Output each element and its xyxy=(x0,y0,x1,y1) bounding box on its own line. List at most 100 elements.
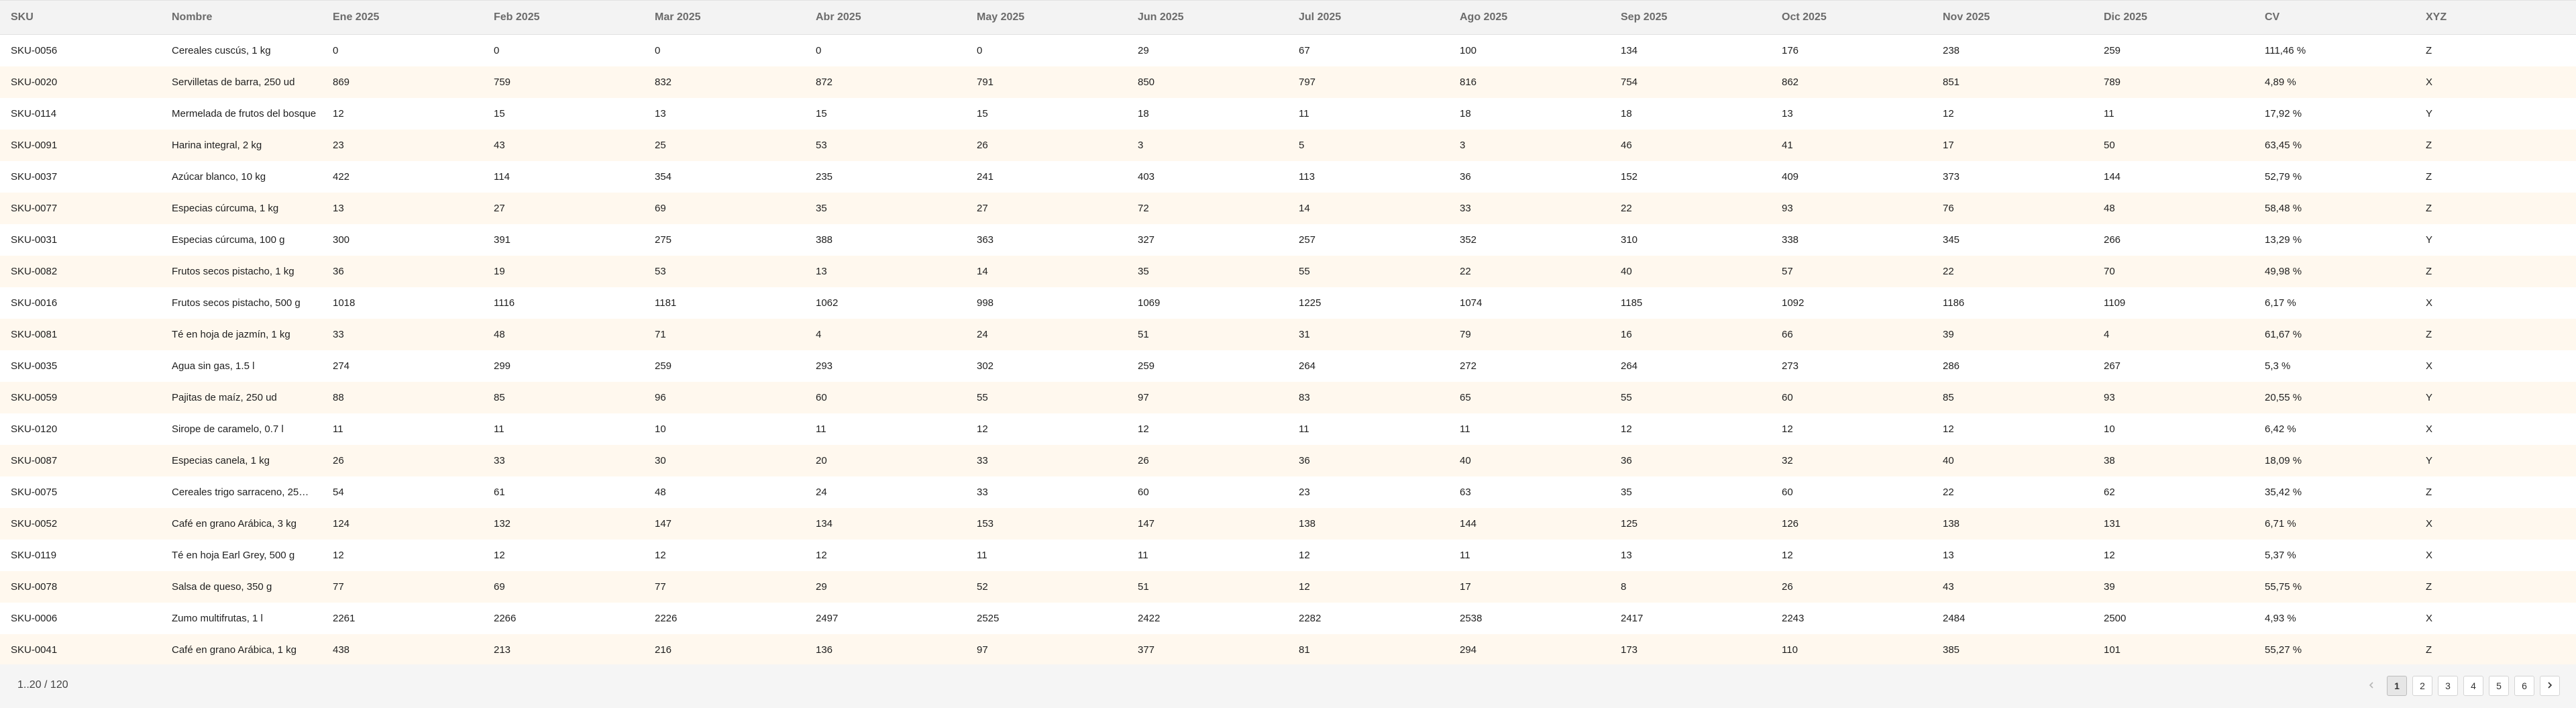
page-button-1[interactable]: 1 xyxy=(2387,676,2407,696)
table-cell: 51 xyxy=(1127,319,1288,350)
column-header[interactable]: May 2025 xyxy=(966,0,1127,35)
table-row[interactable]: SKU-0087 Especias canela, 1 kg 26 33 30 20 33 2… xyxy=(0,445,2576,476)
table-cell: 5,37 % xyxy=(2254,540,2415,571)
table-row[interactable]: SKU-0075 Cereales trigo sarraceno, 25… 54 6… xyxy=(0,476,2576,508)
table-cell: 26 xyxy=(1127,445,1288,476)
table-row[interactable]: SKU-0091 Harina integral, 2 kg 23 43 25 53 26 3… xyxy=(0,130,2576,161)
column-header[interactable]: SKU xyxy=(0,0,161,35)
page-button-2[interactable]: 2 xyxy=(2412,676,2432,696)
table-row[interactable]: SKU-0059 Pajitas de maíz, 250 ud 88 85 96 60 5… xyxy=(0,382,2576,413)
column-header[interactable]: Ago 2025 xyxy=(1449,0,1610,35)
table-row[interactable]: SKU-0078 Salsa de queso, 350 g 77 69 77 29 52 5… xyxy=(0,571,2576,603)
table-cell: Z xyxy=(2415,319,2576,350)
next-page-button[interactable] xyxy=(2540,676,2560,696)
table-row[interactable]: SKU-0052 Café en grano Arábica, 3 kg 124 13… xyxy=(0,508,2576,540)
column-header[interactable]: Feb 2025 xyxy=(483,0,644,35)
table-cell: 1116 xyxy=(483,287,644,319)
table-cell: 791 xyxy=(966,66,1127,98)
table-cell: 13 xyxy=(644,98,805,130)
table-cell: Café en grano Arábica, 1 kg xyxy=(161,634,322,664)
table-cell: SKU-0037 xyxy=(0,161,161,193)
table-cell: 264 xyxy=(1610,350,1771,382)
table-cell: 3 xyxy=(1127,130,1288,161)
column-header[interactable]: Dic 2025 xyxy=(2093,0,2254,35)
prev-page-button[interactable] xyxy=(2361,676,2381,696)
table-cell: 60 xyxy=(805,382,966,413)
table-cell: SKU-0006 xyxy=(0,603,161,634)
column-header[interactable]: Abr 2025 xyxy=(805,0,966,35)
column-header[interactable]: Jul 2025 xyxy=(1288,0,1449,35)
table-cell: 998 xyxy=(966,287,1127,319)
page-button-3[interactable]: 3 xyxy=(2438,676,2458,696)
table-row[interactable]: SKU-0119 Té en hoja Earl Grey, 500 g 12 12 1… xyxy=(0,540,2576,571)
page-button-5[interactable]: 5 xyxy=(2489,676,2509,696)
table-row[interactable]: SKU-0056 Cereales cuscús, 1 kg 0 0 0 0 0 29 67 10… xyxy=(0,34,2576,66)
table-cell: 6,42 % xyxy=(2254,413,2415,445)
table-cell: 27 xyxy=(483,193,644,224)
table-cell: 41 xyxy=(1771,130,1932,161)
table-row[interactable]: SKU-0082 Frutos secos pistacho, 1 kg 36 19 5… xyxy=(0,256,2576,287)
table-row[interactable]: SKU-0006 Zumo multifrutas, 1 l 2261 2266 222… xyxy=(0,603,2576,634)
page-button-6[interactable]: 6 xyxy=(2514,676,2534,696)
table-cell: 62 xyxy=(2093,476,2254,508)
column-header[interactable]: Sep 2025 xyxy=(1610,0,1771,35)
table-cell: 5,3 % xyxy=(2254,350,2415,382)
table-cell: 275 xyxy=(644,224,805,256)
table-cell: 55 xyxy=(966,382,1127,413)
table-cell: 0 xyxy=(483,34,644,66)
table-cell: 274 xyxy=(322,350,483,382)
table-cell: 55,27 % xyxy=(2254,634,2415,664)
page-button-4[interactable]: 4 xyxy=(2463,676,2483,696)
table-cell: 144 xyxy=(2093,161,2254,193)
table-cell: 872 xyxy=(805,66,966,98)
table-cell: 52 xyxy=(966,571,1127,603)
table-cell: 48 xyxy=(2093,193,2254,224)
table-row[interactable]: SKU-0041 Café en grano Arábica, 1 kg 438 21… xyxy=(0,634,2576,664)
table-row[interactable]: SKU-0035 Agua sin gas, 1.5 l 274 299 259 293 3… xyxy=(0,350,2576,382)
table-cell: 1186 xyxy=(1932,287,2093,319)
table-cell: 79 xyxy=(1449,319,1610,350)
table-row[interactable]: SKU-0031 Especias cúrcuma, 100 g 300 391 275… xyxy=(0,224,2576,256)
table-cell: 173 xyxy=(1610,634,1771,664)
table-cell: Z xyxy=(2415,161,2576,193)
table-cell: 850 xyxy=(1127,66,1288,98)
table-cell: 235 xyxy=(805,161,966,193)
table-cell: Harina integral, 2 kg xyxy=(161,130,322,161)
table-cell: 0 xyxy=(322,34,483,66)
table-cell: 373 xyxy=(1932,161,2093,193)
table-row[interactable]: SKU-0120 Sirope de caramelo, 0.7 l 11 11 10 1… xyxy=(0,413,2576,445)
table-row[interactable]: SKU-0081 Té en hoja de jazmín, 1 kg 33 48 71… xyxy=(0,319,2576,350)
table-cell: 35 xyxy=(1127,256,1288,287)
table-cell: Especias cúrcuma, 1 kg xyxy=(161,193,322,224)
table-cell: SKU-0081 xyxy=(0,319,161,350)
column-header[interactable]: Mar 2025 xyxy=(644,0,805,35)
column-header[interactable]: CV xyxy=(2254,0,2415,35)
column-header[interactable]: Oct 2025 xyxy=(1771,0,1932,35)
table-cell: Azúcar blanco, 10 kg xyxy=(161,161,322,193)
table-cell: 377 xyxy=(1127,634,1288,664)
table-cell: 409 xyxy=(1771,161,1932,193)
table-cell: 3 xyxy=(1449,130,1610,161)
table-row[interactable]: SKU-0020 Servilletas de barra, 250 ud 869 7… xyxy=(0,66,2576,98)
table-cell: 1074 xyxy=(1449,287,1610,319)
column-header[interactable]: Nombre xyxy=(161,0,322,35)
table-cell: 272 xyxy=(1449,350,1610,382)
table-cell: 11 xyxy=(805,413,966,445)
table-cell: 23 xyxy=(322,130,483,161)
table-row[interactable]: SKU-0114 Mermelada de frutos del bosque 12… xyxy=(0,98,2576,130)
column-header[interactable]: XYZ xyxy=(2415,0,2576,35)
table-cell: 67 xyxy=(1288,34,1449,66)
table-cell: 25 xyxy=(644,130,805,161)
column-header[interactable]: Jun 2025 xyxy=(1127,0,1288,35)
table-cell: 63 xyxy=(1449,476,1610,508)
table-row[interactable]: SKU-0077 Especias cúrcuma, 1 kg 13 27 69 35 27… xyxy=(0,193,2576,224)
table-row[interactable]: SKU-0016 Frutos secos pistacho, 500 g 1018… xyxy=(0,287,2576,319)
table-cell: 12 xyxy=(483,540,644,571)
table-cell: 11 xyxy=(2093,98,2254,130)
table-cell: 789 xyxy=(2093,66,2254,98)
table-cell: 30 xyxy=(644,445,805,476)
table-cell: 0 xyxy=(805,34,966,66)
table-row[interactable]: SKU-0037 Azúcar blanco, 10 kg 422 114 354 235… xyxy=(0,161,2576,193)
column-header[interactable]: Nov 2025 xyxy=(1932,0,2093,35)
column-header[interactable]: Ene 2025 xyxy=(322,0,483,35)
